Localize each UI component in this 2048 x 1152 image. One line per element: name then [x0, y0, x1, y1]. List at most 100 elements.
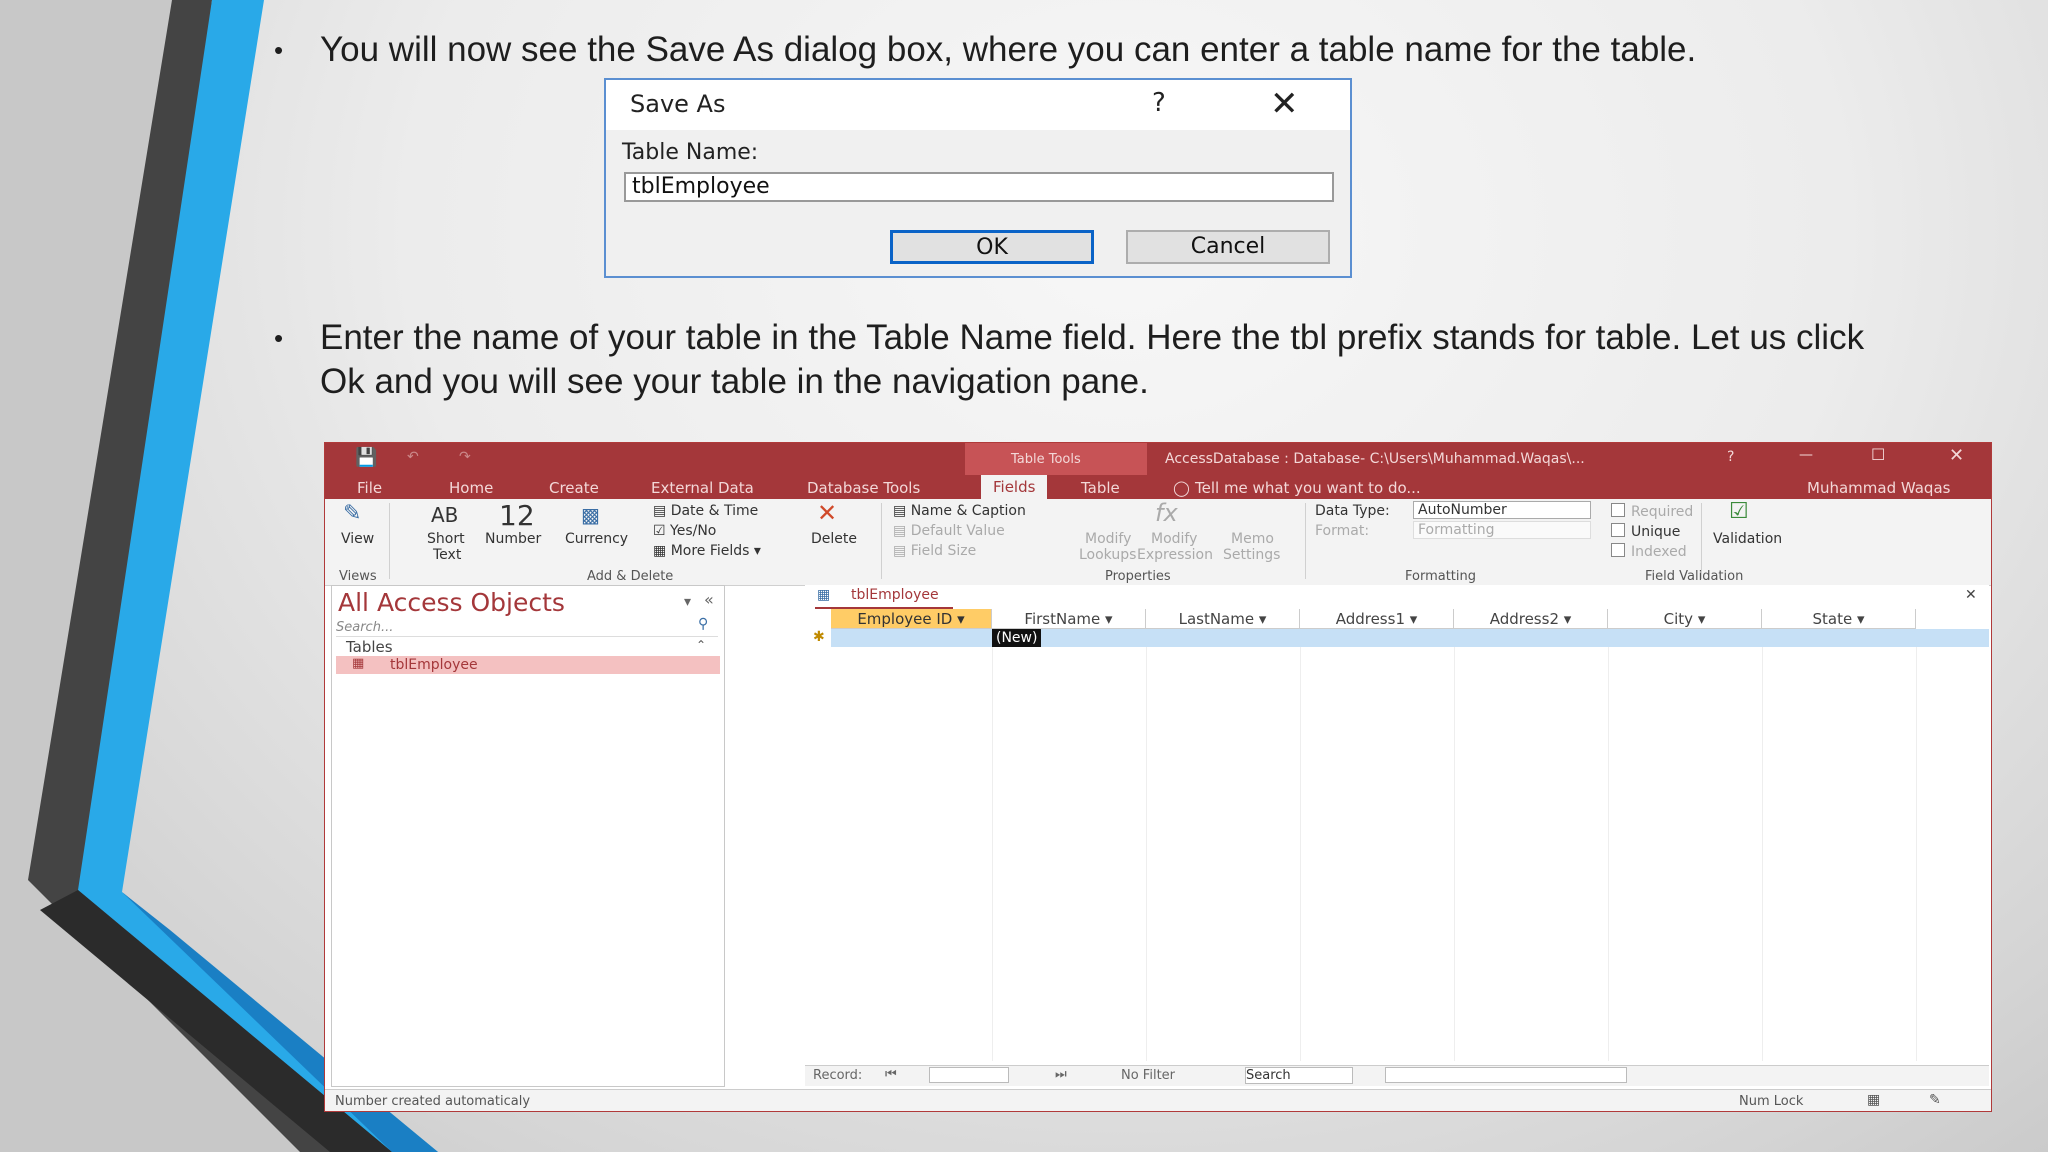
help-icon[interactable]: ? — [1727, 449, 1734, 465]
date-time-label: Date & Time — [670, 503, 759, 519]
column-header-employee-id[interactable]: Employee ID ▾ — [831, 609, 992, 629]
modify-expression-button-line2[interactable]: Expression — [1137, 547, 1213, 563]
chevron-up-icon[interactable]: ⌃ — [696, 638, 706, 652]
bullet-1: • You will now see the Save As dialog bo… — [274, 28, 1697, 72]
new-record-cell[interactable]: (New) — [992, 629, 1042, 647]
record-search-input[interactable]: Search — [1245, 1067, 1353, 1084]
tab-file[interactable]: File — [357, 479, 382, 497]
column-header-state[interactable]: State ▾ — [1762, 609, 1916, 629]
nav-group-tables[interactable]: Tables — [346, 638, 393, 656]
yes-no-button[interactable]: ☑ Yes/No — [653, 523, 716, 539]
format-select[interactable]: Formatting — [1413, 521, 1591, 539]
number-button[interactable]: Number — [485, 531, 541, 547]
bullet-dot: • — [274, 35, 284, 65]
field-size-field[interactable]: ▤ Field Size — [893, 543, 976, 559]
date-time-button[interactable]: ▤ Date & Time — [653, 503, 758, 519]
modify-expression-button[interactable]: Modify — [1151, 531, 1197, 547]
more-fields-button[interactable]: ▦ More Fields ▾ — [653, 543, 761, 559]
redo-icon[interactable]: ↷ — [459, 449, 471, 465]
user-name[interactable]: Muhammad Waqas — [1807, 479, 1950, 497]
yes-no-label: Yes/No — [670, 523, 717, 539]
memo-settings-button-line2[interactable]: Settings — [1223, 547, 1280, 563]
tab-table[interactable]: Table — [1081, 479, 1120, 497]
validation-button[interactable]: Validation — [1713, 531, 1782, 547]
tab-create[interactable]: Create — [549, 479, 599, 497]
new-record-row[interactable]: (New) — [831, 629, 1989, 647]
close-icon[interactable]: ✕ — [1965, 587, 1977, 603]
views-group-label: Views — [339, 569, 377, 584]
indexed-checkbox[interactable]: Indexed — [1611, 543, 1687, 560]
delete-button[interactable]: Delete — [811, 531, 857, 547]
new-record-icon: ✱ — [813, 629, 825, 645]
close-icon[interactable]: ✕ — [1270, 84, 1299, 124]
design-view-icon[interactable]: ✎ — [1929, 1092, 1941, 1108]
default-value-button[interactable]: ▤ Default Value — [893, 523, 1005, 539]
nav-search-input[interactable]: Search... — [336, 620, 718, 637]
number-icon[interactable]: 12 — [499, 499, 535, 532]
more-fields-label: More Fields — [670, 543, 750, 559]
column-header-lastname[interactable]: LastName ▾ — [1146, 609, 1300, 629]
cancel-button[interactable]: Cancel — [1126, 230, 1330, 264]
format-label: Format: — [1315, 523, 1370, 539]
formatting-group-label: Formatting — [1405, 569, 1477, 584]
minimize-icon[interactable]: — — [1799, 447, 1813, 463]
current-record-input[interactable] — [929, 1067, 1009, 1083]
document-tab[interactable]: tblEmployee — [815, 587, 953, 609]
name-caption-button[interactable]: ▤ Name & Caption — [893, 503, 1026, 519]
column-header-address1[interactable]: Address1 ▾ — [1300, 609, 1454, 629]
maximize-icon[interactable]: ☐ — [1871, 445, 1885, 464]
horizontal-scrollbar[interactable] — [1385, 1067, 1627, 1083]
column-header-city[interactable]: City ▾ — [1608, 609, 1762, 629]
currency-button[interactable]: Currency — [565, 531, 628, 547]
nav-header[interactable]: All Access Objects — [338, 588, 565, 617]
table-name-input[interactable]: tblEmployee — [624, 172, 1334, 202]
validation-icon[interactable]: ☑ — [1729, 499, 1749, 524]
bullet-1-text: You will now see the Save As dialog box,… — [320, 30, 1697, 69]
close-icon[interactable]: ✕ — [1949, 445, 1964, 466]
fx-icon[interactable]: fx — [1155, 499, 1178, 527]
memo-settings-button[interactable]: Memo — [1231, 531, 1274, 547]
short-text-button[interactable]: Short — [427, 531, 465, 547]
ok-button[interactable]: OK — [890, 230, 1094, 264]
datasheet-view-icon[interactable]: ▦ — [1867, 1092, 1880, 1108]
tab-external-data[interactable]: External Data — [651, 479, 754, 497]
chevron-down-icon[interactable]: ▾ — [684, 594, 691, 610]
first-record-icon[interactable]: ⏮ — [885, 1067, 897, 1082]
indexed-label: Indexed — [1631, 544, 1687, 560]
unique-checkbox[interactable]: Unique — [1611, 523, 1680, 540]
nav-item-tblemployee[interactable]: ▦ tblEmployee — [336, 656, 720, 674]
bullet-2: • Enter the name of your table in the Ta… — [274, 316, 1864, 404]
required-checkbox[interactable]: Required — [1611, 503, 1693, 520]
grid-line — [1608, 647, 1609, 1061]
context-tools-label: Table Tools — [1011, 452, 1081, 467]
short-text-button-line2[interactable]: Text — [433, 547, 461, 563]
tab-home[interactable]: Home — [449, 479, 493, 497]
no-filter-button[interactable]: No Filter — [1121, 1068, 1175, 1083]
last-record-icon[interactable]: ⏭ — [1055, 1067, 1067, 1082]
short-text-icon[interactable]: AB — [431, 503, 458, 527]
currency-icon[interactable]: ▩ — [581, 503, 600, 527]
view-icon[interactable]: ✎ — [343, 501, 361, 526]
column-header-firstname[interactable]: FirstName ▾ — [992, 609, 1146, 629]
search-icon[interactable]: ⚲ — [698, 616, 708, 632]
divider — [881, 503, 882, 579]
table-name-label: Table Name: — [622, 140, 759, 165]
tell-me-box[interactable]: Tell me what you want to do... — [1195, 479, 1421, 497]
context-band: Table Tools — [965, 443, 1147, 475]
tab-database-tools[interactable]: Database Tools — [807, 479, 920, 497]
column-header-label: Address1 — [1335, 610, 1405, 628]
help-icon[interactable]: ? — [1152, 88, 1166, 118]
data-type-select[interactable]: AutoNumber — [1413, 501, 1591, 519]
tab-fields[interactable]: Fields — [981, 475, 1048, 499]
undo-icon[interactable]: ↶ — [407, 449, 419, 465]
unique-label: Unique — [1631, 524, 1681, 540]
dialog-title: Save As — [630, 90, 726, 118]
collapse-icon[interactable]: « — [704, 590, 714, 609]
modify-lookups-button[interactable]: Modify — [1085, 531, 1131, 547]
view-button[interactable]: View — [341, 531, 374, 547]
column-header-address2[interactable]: Address2 ▾ — [1454, 609, 1608, 629]
modify-lookups-button-line2[interactable]: Lookups — [1079, 547, 1136, 563]
window-title: AccessDatabase : Database- C:\Users\Muha… — [1165, 451, 1585, 467]
delete-icon[interactable]: ✕ — [817, 499, 837, 527]
save-icon[interactable]: 💾 — [355, 447, 377, 468]
